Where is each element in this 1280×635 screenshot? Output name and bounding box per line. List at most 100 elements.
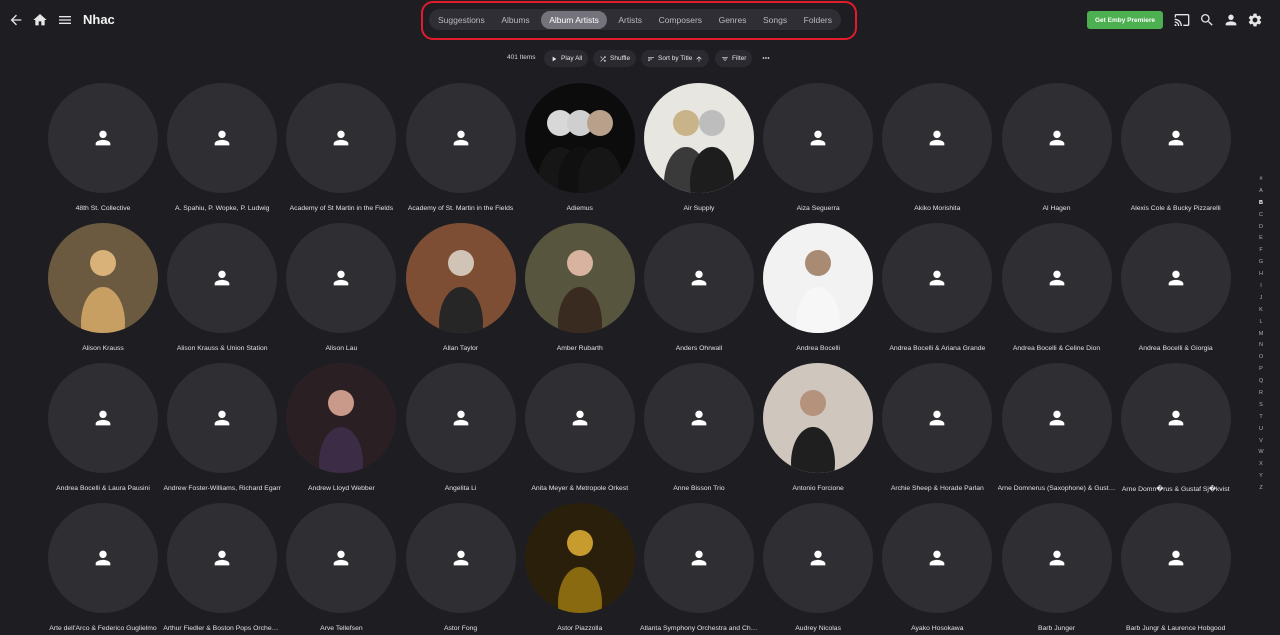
artist-name[interactable]: Alison Krauss (44, 345, 162, 352)
artist-card[interactable]: Arte dell'Arco & Federico Guglielmo (48, 503, 158, 632)
artist-name[interactable]: Barb Jungr & Laurence Hobgood (1117, 625, 1235, 632)
artist-image[interactable] (1001, 363, 1112, 473)
artist-image[interactable] (1001, 83, 1112, 193)
artist-name[interactable]: 48th St. Collective (44, 205, 162, 212)
artist-image[interactable] (48, 223, 158, 333)
artist-card[interactable]: Angelita Li (405, 363, 516, 492)
artist-name[interactable]: A. Spahiu, P. Wopke, P. Ludwig (163, 205, 281, 212)
artist-name[interactable]: Aiza Seguerra (759, 205, 877, 212)
artist-image[interactable] (286, 503, 397, 613)
artist-card[interactable]: Andrea Bocelli & Giorgia (1120, 223, 1231, 352)
artist-card[interactable]: Astor Piazzolla (524, 503, 635, 632)
artist-name[interactable]: Andrew Foster-Williams, Richard Egarr (163, 485, 281, 492)
artist-name[interactable]: Barb Junger (998, 625, 1116, 632)
alphabet-letter[interactable]: F (1259, 245, 1262, 257)
artist-image[interactable] (167, 503, 278, 613)
tab-composers[interactable]: Composers (654, 11, 707, 29)
alphabet-letter[interactable]: Q (1259, 376, 1263, 388)
alphabet-letter[interactable]: A (1259, 186, 1263, 198)
artist-image[interactable] (167, 83, 278, 193)
artist-name[interactable]: Academy of St Martin in the Fields (282, 205, 400, 212)
alphabet-letter[interactable]: G (1259, 257, 1263, 269)
alphabet-letter[interactable]: L (1259, 317, 1262, 329)
alphabet-letter[interactable]: J (1260, 293, 1263, 305)
artist-image[interactable] (167, 363, 278, 473)
artist-name[interactable]: Arve Tellefsen (282, 625, 400, 632)
alphabet-letter[interactable]: N (1259, 340, 1263, 352)
artist-name[interactable]: Arthur Fiedler & Boston Pops Orchestra (163, 625, 281, 632)
alphabet-letter[interactable]: B (1259, 198, 1263, 210)
artist-name[interactable]: Atlanta Symphony Orchestra and Chorus (640, 625, 758, 632)
artist-card[interactable]: Antonio Forcione (763, 363, 874, 492)
artist-image[interactable] (286, 83, 397, 193)
artist-card[interactable]: Arne Domnerus (Saxophone) & Gustaf Sjokv… (998, 363, 1116, 492)
shuffle-button[interactable]: Shuffle (593, 50, 637, 67)
artist-name[interactable]: Amber Rubarth (521, 345, 639, 352)
artist-card[interactable]: Allan Taylor (405, 223, 516, 352)
artist-image[interactable] (405, 363, 516, 473)
cast-icon[interactable] (1171, 9, 1193, 31)
artist-card[interactable]: Arve Tellefsen (286, 503, 397, 632)
artist-image[interactable] (763, 363, 874, 473)
alphabet-letter[interactable]: C (1259, 210, 1263, 222)
artist-card[interactable]: Barb Jungr & Laurence Hobgood (1120, 503, 1231, 632)
artist-name[interactable]: Andrew Lloyd Webber (282, 485, 400, 492)
artist-name[interactable]: Alison Krauss & Union Station (163, 345, 281, 352)
artist-card[interactable]: Alison Krauss & Union Station (167, 223, 278, 352)
artist-name[interactable]: Andrea Bocelli (759, 345, 877, 352)
get-premiere-button[interactable]: Get Emby Premiere (1087, 11, 1163, 29)
artist-image[interactable] (1120, 503, 1231, 613)
artist-name[interactable]: Allan Taylor (402, 345, 520, 352)
menu-icon[interactable] (54, 9, 76, 31)
artist-name[interactable]: Arne Domn�rus & Gustaf Sj�kvist (1117, 485, 1235, 493)
artist-name[interactable]: Akiko Morishita (878, 205, 996, 212)
tab-genres[interactable]: Genres (714, 11, 752, 29)
artist-name[interactable]: Air Supply (640, 205, 758, 212)
settings-gear-icon[interactable] (1244, 9, 1266, 31)
artist-card[interactable]: Amber Rubarth (524, 223, 635, 352)
artist-card[interactable]: Audrey Nicolas (763, 503, 874, 632)
artist-image[interactable] (643, 363, 754, 473)
artist-name[interactable]: Alexis Cole & Bucky Pizzarelli (1117, 205, 1235, 212)
alphabet-letter[interactable]: X (1259, 459, 1263, 471)
alphabet-letter[interactable]: H (1259, 269, 1263, 281)
artist-image[interactable] (643, 83, 754, 193)
artist-image[interactable] (405, 223, 516, 333)
artist-card[interactable]: Arthur Fiedler & Boston Pops Orchestra (163, 503, 281, 632)
artist-name[interactable]: Anders Ohrwall (640, 345, 758, 352)
artist-image[interactable] (1120, 363, 1231, 473)
more-options-icon[interactable] (759, 51, 773, 65)
artist-card[interactable]: Air Supply (643, 83, 754, 212)
artist-name[interactable]: Anita Meyer & Metropole Orkest (521, 485, 639, 492)
artist-name[interactable]: Adiemus (521, 205, 639, 212)
artist-card[interactable]: Archie Sheep & Horade Parlan (882, 363, 993, 492)
alphabet-letter[interactable]: R (1259, 388, 1263, 400)
artist-card[interactable]: Alison Krauss (48, 223, 158, 352)
artist-card[interactable]: Anders Ohrwall (643, 223, 754, 352)
tab-suggestions[interactable]: Suggestions (433, 11, 490, 29)
alphabet-letter[interactable]: T (1259, 412, 1262, 424)
artist-image[interactable] (1120, 223, 1231, 333)
alphabet-letter[interactable]: K (1259, 305, 1263, 317)
artist-card[interactable]: Andrea Bocelli & Laura Pausini (48, 363, 158, 492)
alphabet-letter[interactable]: O (1259, 352, 1263, 364)
play-all-button[interactable]: Play All (544, 50, 589, 67)
alphabet-letter[interactable]: Z (1259, 483, 1262, 495)
alphabet-letter[interactable]: V (1259, 436, 1263, 448)
artist-image[interactable] (405, 503, 516, 613)
alphabet-letter[interactable]: W (1258, 447, 1263, 459)
artist-name[interactable]: Anne Bisson Trio (640, 485, 758, 492)
artist-image[interactable] (763, 83, 874, 193)
artist-image[interactable] (1120, 83, 1231, 193)
artist-image[interactable] (524, 503, 635, 613)
artist-image[interactable] (48, 83, 158, 193)
artist-card[interactable]: Andrew Foster-Williams, Richard Egarr (163, 363, 281, 492)
artist-card[interactable]: Ayako Hosokawa (882, 503, 993, 632)
artist-card[interactable]: Anita Meyer & Metropole Orkest (524, 363, 635, 492)
tab-album-artists[interactable]: Album Artists (541, 10, 607, 29)
artist-image[interactable] (524, 363, 635, 473)
artist-card[interactable]: Al Hagen (1001, 83, 1112, 212)
alphabet-letter[interactable]: Y (1259, 471, 1263, 483)
artist-image[interactable] (643, 503, 754, 613)
artist-image[interactable] (405, 83, 516, 193)
